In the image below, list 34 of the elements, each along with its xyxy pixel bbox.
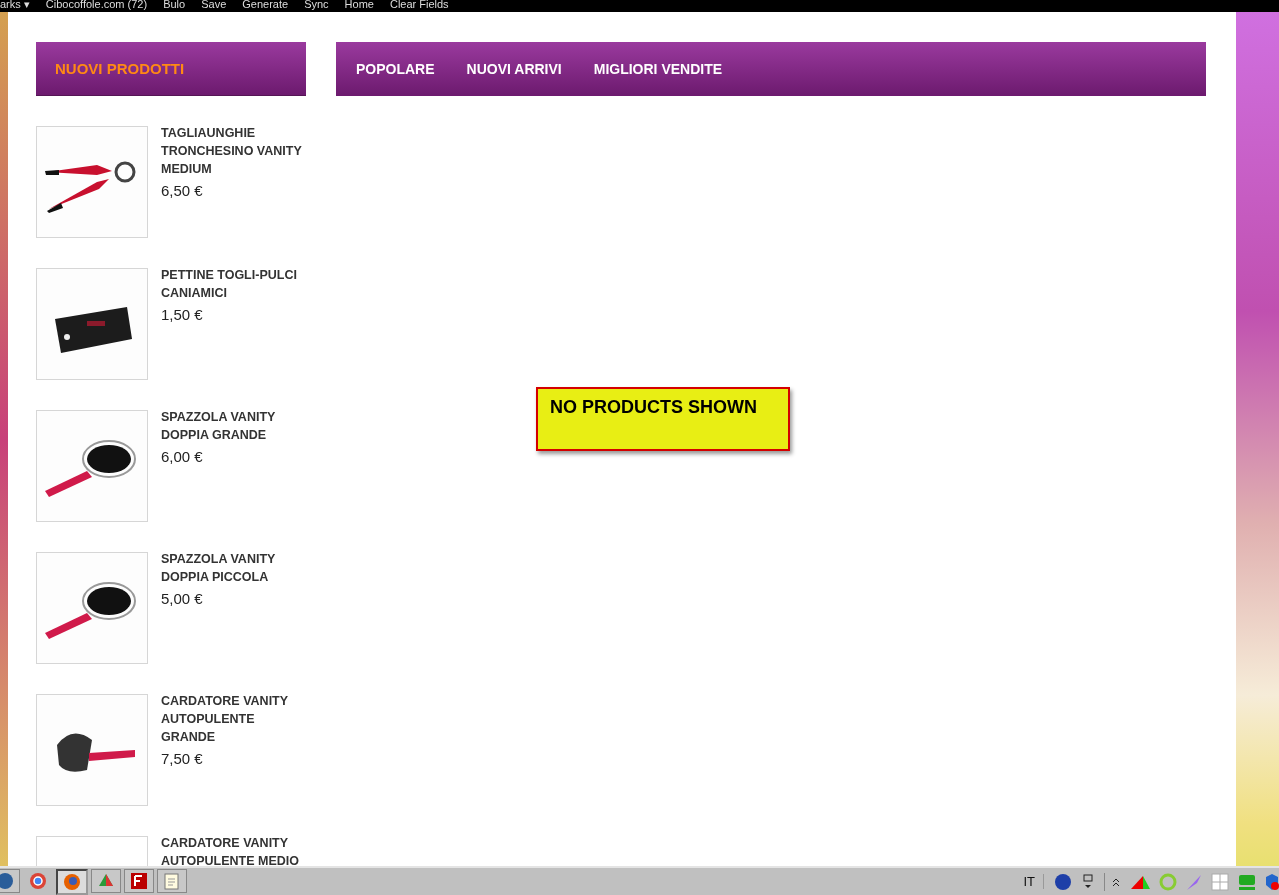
product-price: 7,50 € (161, 750, 204, 767)
product-name[interactable]: PETTINE TOGLI-PULCI CANIAMICI (161, 266, 306, 302)
toolbar-item[interactable]: Sync (304, 0, 329, 8)
toolbar-item[interactable]: Save (201, 0, 227, 8)
toolbar-item[interactable]: Bulo (163, 0, 186, 8)
toolbar-item[interactable]: arks ▾ (0, 0, 30, 8)
toolbar-item[interactable]: Cibocoffole.com (72) (45, 0, 148, 8)
notice-text: NO PRODUCTS SHOWN (550, 397, 757, 417)
taskbar-app-icon[interactable] (124, 868, 154, 893)
product-name[interactable]: SPAZZOLA VANITY DOPPIA PICCOLA (161, 550, 306, 586)
notepad-icon (163, 871, 181, 890)
product-price: 5,00 € (161, 590, 204, 607)
toolbar-item[interactable]: Home (344, 0, 374, 8)
tab[interactable]: POPOLARE (356, 61, 435, 77)
browser-icon (29, 871, 47, 890)
product-price: 6,00 € (161, 448, 204, 465)
product-price: 1,50 € (161, 306, 204, 323)
toolbar-item[interactable]: Generate (242, 0, 289, 8)
taskbar-app-icon[interactable] (157, 868, 187, 893)
taskbar-app-icon[interactable] (56, 868, 88, 895)
product-name[interactable]: CARDATORE VANITY AUTOPULENTE MEDIO (161, 834, 306, 866)
browser-icon (63, 872, 81, 891)
shield-alert-icon[interactable] (1265, 872, 1279, 891)
language-indicator[interactable]: IT (1023, 874, 1044, 889)
product-price: 6,50 € (161, 182, 204, 199)
toolbar-item[interactable]: Clear Fields (389, 0, 449, 8)
product-name[interactable]: TAGLIAUNGHIE TRONCHESINO VANITY MEDIUM (161, 124, 306, 178)
product-name[interactable]: CARDATORE VANITY AUTOPULENTE GRANDE (161, 692, 306, 746)
product-name[interactable]: SPAZZOLA VANITY DOPPIA GRANDE (161, 408, 306, 444)
window-icon[interactable] (1082, 872, 1094, 891)
sidebar-title: NUOVI PRODOTTI (55, 60, 185, 77)
tab[interactable]: MIGLIORI VENDITE (593, 61, 723, 77)
ftp-icon (130, 871, 148, 890)
tab[interactable]: NUOVI ARRIVI (466, 61, 562, 77)
